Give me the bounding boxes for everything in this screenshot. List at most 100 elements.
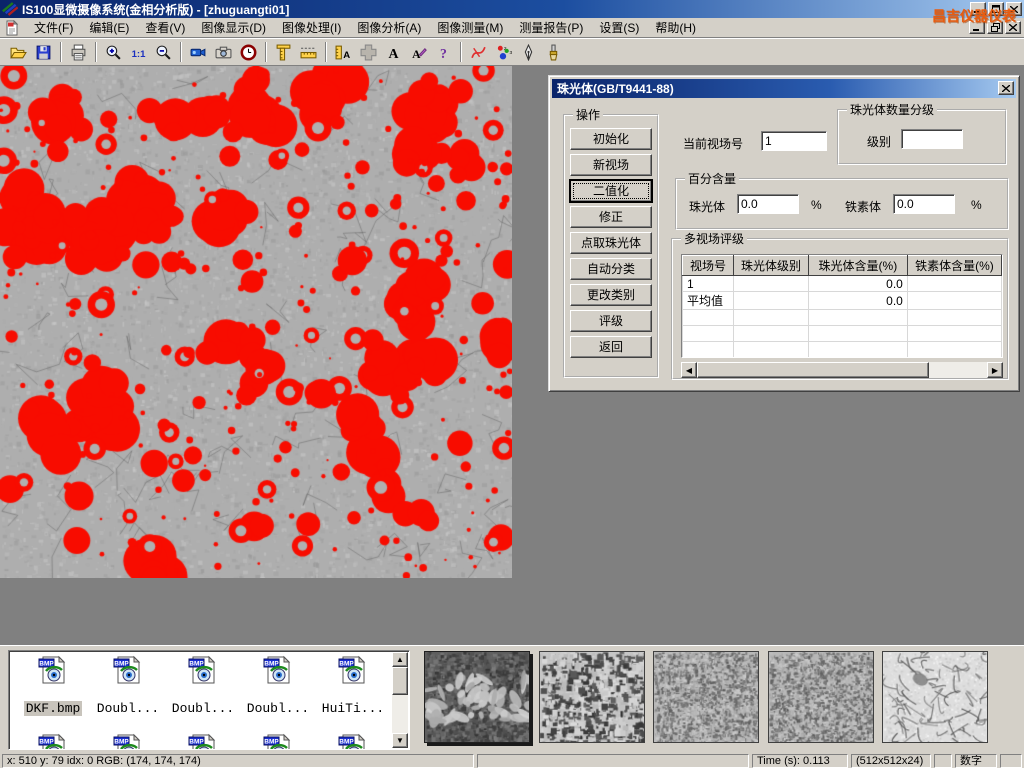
thumbnail-fine-grain-micrograph[interactable] <box>768 651 874 743</box>
menu-item-5[interactable]: 图像处理(I) <box>274 19 349 37</box>
scroll-left-icon[interactable]: ◀ <box>681 362 697 378</box>
scroll-up-icon[interactable]: ▲ <box>392 652 408 667</box>
timed-capture-icon[interactable] <box>236 40 261 64</box>
file-item[interactable]: BMPDoubl... <box>92 655 164 716</box>
save-icon[interactable] <box>31 40 56 64</box>
vscroll-thumb[interactable] <box>392 667 408 695</box>
file-name[interactable]: DKF.bmp <box>24 701 83 716</box>
op-button-9[interactable]: 返回 <box>570 336 652 358</box>
menu-item-10[interactable]: 帮助(H) <box>647 19 704 37</box>
scroll-down-icon[interactable]: ▼ <box>392 733 408 748</box>
calibration-icon[interactable]: A <box>331 40 356 64</box>
mdi-minimize-icon[interactable] <box>969 21 985 34</box>
ruler-icon[interactable] <box>296 40 321 64</box>
op-button-8[interactable]: 评级 <box>570 310 652 332</box>
mdi-close-icon[interactable] <box>1005 21 1021 34</box>
dialog-title-bar[interactable]: 珠光体(GB/T9441-88) <box>552 79 1016 98</box>
table-cell <box>733 292 808 310</box>
op-button-2[interactable]: 新视场 <box>570 154 652 176</box>
scroll-right-icon[interactable]: ▶ <box>987 362 1003 378</box>
table-header[interactable]: 珠光体含量(%) <box>808 256 907 276</box>
minimize-icon[interactable] <box>970 2 986 16</box>
dialog-title: 珠光体(GB/T9441-88) <box>557 80 674 97</box>
caliper-icon[interactable] <box>271 40 296 64</box>
table-row[interactable] <box>683 310 1002 326</box>
classify-icon[interactable]: 23 <box>491 40 516 64</box>
rating-table[interactable]: 视场号珠光体级别珠光体含量(%)铁素体含量(%)10.0平均值0.0 <box>681 254 1003 358</box>
menu-item-1[interactable]: 文件(F) <box>26 19 81 37</box>
table-row[interactable]: 平均值0.0 <box>683 292 1002 310</box>
thumbnail-coarse-grain-micrograph[interactable] <box>539 651 645 743</box>
document-icon[interactable] <box>4 20 20 36</box>
table-row[interactable] <box>683 358 1002 359</box>
micrograph-image[interactable] <box>0 66 512 578</box>
table-header[interactable]: 视场号 <box>683 256 734 276</box>
table-hscrollbar[interactable]: ◀ ▶ <box>681 362 1003 378</box>
menu-item-6[interactable]: 图像分析(A) <box>349 19 429 37</box>
mdi-restore-icon[interactable] <box>987 21 1003 34</box>
thumbnail-graphite-flake-micrograph[interactable] <box>882 651 988 743</box>
curve-erase-icon[interactable] <box>466 40 491 64</box>
op-button-3[interactable]: 二值化 <box>570 180 652 202</box>
file-item[interactable]: BMP <box>17 733 89 750</box>
menu-item-9[interactable]: 设置(S) <box>591 19 647 37</box>
file-name[interactable]: Doubl... <box>245 701 311 716</box>
actual-size-icon[interactable]: 1:1 <box>126 40 151 64</box>
text-edit-icon[interactable]: A <box>406 40 431 64</box>
file-item[interactable]: BMP <box>92 733 164 750</box>
file-item[interactable]: BMPHuiTi... <box>317 655 389 716</box>
table-row[interactable] <box>683 342 1002 358</box>
level-input[interactable] <box>901 129 963 149</box>
pen-icon[interactable] <box>516 40 541 64</box>
file-item[interactable]: BMP <box>167 733 239 750</box>
file-item[interactable]: BMPDKF.bmp <box>17 655 89 716</box>
file-vscrollbar[interactable]: ▲ ▼ <box>392 652 408 748</box>
ferrite-percent-input[interactable] <box>893 194 955 214</box>
file-name[interactable]: Doubl... <box>170 701 236 716</box>
file-name[interactable]: HuiTi... <box>320 701 386 716</box>
status-time: Time (s): 0.113 <box>752 754 848 768</box>
print-icon[interactable] <box>66 40 91 64</box>
dialog-close-icon[interactable] <box>998 81 1014 95</box>
multiview-group: 多视场评级 视场号珠光体级别珠光体含量(%)铁素体含量(%)10.0平均值0.0… <box>671 238 1009 380</box>
table-header[interactable]: 珠光体级别 <box>733 256 808 276</box>
help-icon[interactable]: ? <box>431 40 456 64</box>
table-row[interactable]: 10.0 <box>683 276 1002 292</box>
op-button-4[interactable]: 修正 <box>570 206 652 228</box>
current-field-input[interactable] <box>761 131 827 151</box>
op-button-6[interactable]: 自动分类 <box>570 258 652 280</box>
video-capture-icon[interactable] <box>186 40 211 64</box>
text-label-icon[interactable]: A <box>381 40 406 64</box>
open-file-icon[interactable] <box>6 40 31 64</box>
op-button-5[interactable]: 点取珠光体 <box>570 232 652 254</box>
menu-item-3[interactable]: 查看(V) <box>137 19 193 37</box>
menu-item-8[interactable]: 测量报告(P) <box>511 19 591 37</box>
file-item[interactable]: BMP <box>317 733 389 750</box>
file-browser[interactable]: ▲ ▼ BMPDKF.bmpBMPDoubl...BMPDoubl...BMPD… <box>8 650 410 750</box>
table-header[interactable]: 铁素体含量(%) <box>907 256 1001 276</box>
thumbnail-dark-blotchy-micrograph[interactable] <box>424 651 530 743</box>
file-name[interactable]: Doubl... <box>95 701 161 716</box>
table-cell <box>808 326 907 342</box>
zoom-out-icon[interactable] <box>151 40 176 64</box>
brush-icon[interactable] <box>541 40 566 64</box>
image-merge-icon[interactable] <box>356 40 381 64</box>
menu-item-2[interactable]: 编辑(E) <box>81 19 137 37</box>
table-cell <box>733 276 808 292</box>
file-item[interactable]: BMPDoubl... <box>167 655 239 716</box>
zoom-in-icon[interactable] <box>101 40 126 64</box>
menu-item-4[interactable]: 图像显示(D) <box>193 19 274 37</box>
multiview-legend: 多视场评级 <box>681 232 747 246</box>
thumbnail-fine-grain-micrograph[interactable] <box>653 651 759 743</box>
pearlite-percent-input[interactable] <box>737 194 799 214</box>
close-icon[interactable] <box>1006 2 1022 16</box>
op-button-7[interactable]: 更改类别 <box>570 284 652 306</box>
hscroll-thumb[interactable] <box>697 362 929 378</box>
table-row[interactable] <box>683 326 1002 342</box>
op-button-1[interactable]: 初始化 <box>570 128 652 150</box>
file-item[interactable]: BMPDoubl... <box>242 655 314 716</box>
menu-item-7[interactable]: 图像测量(M) <box>429 19 511 37</box>
camera-capture-icon[interactable] <box>211 40 236 64</box>
file-item[interactable]: BMP <box>242 733 314 750</box>
maximize-icon[interactable] <box>988 2 1004 16</box>
